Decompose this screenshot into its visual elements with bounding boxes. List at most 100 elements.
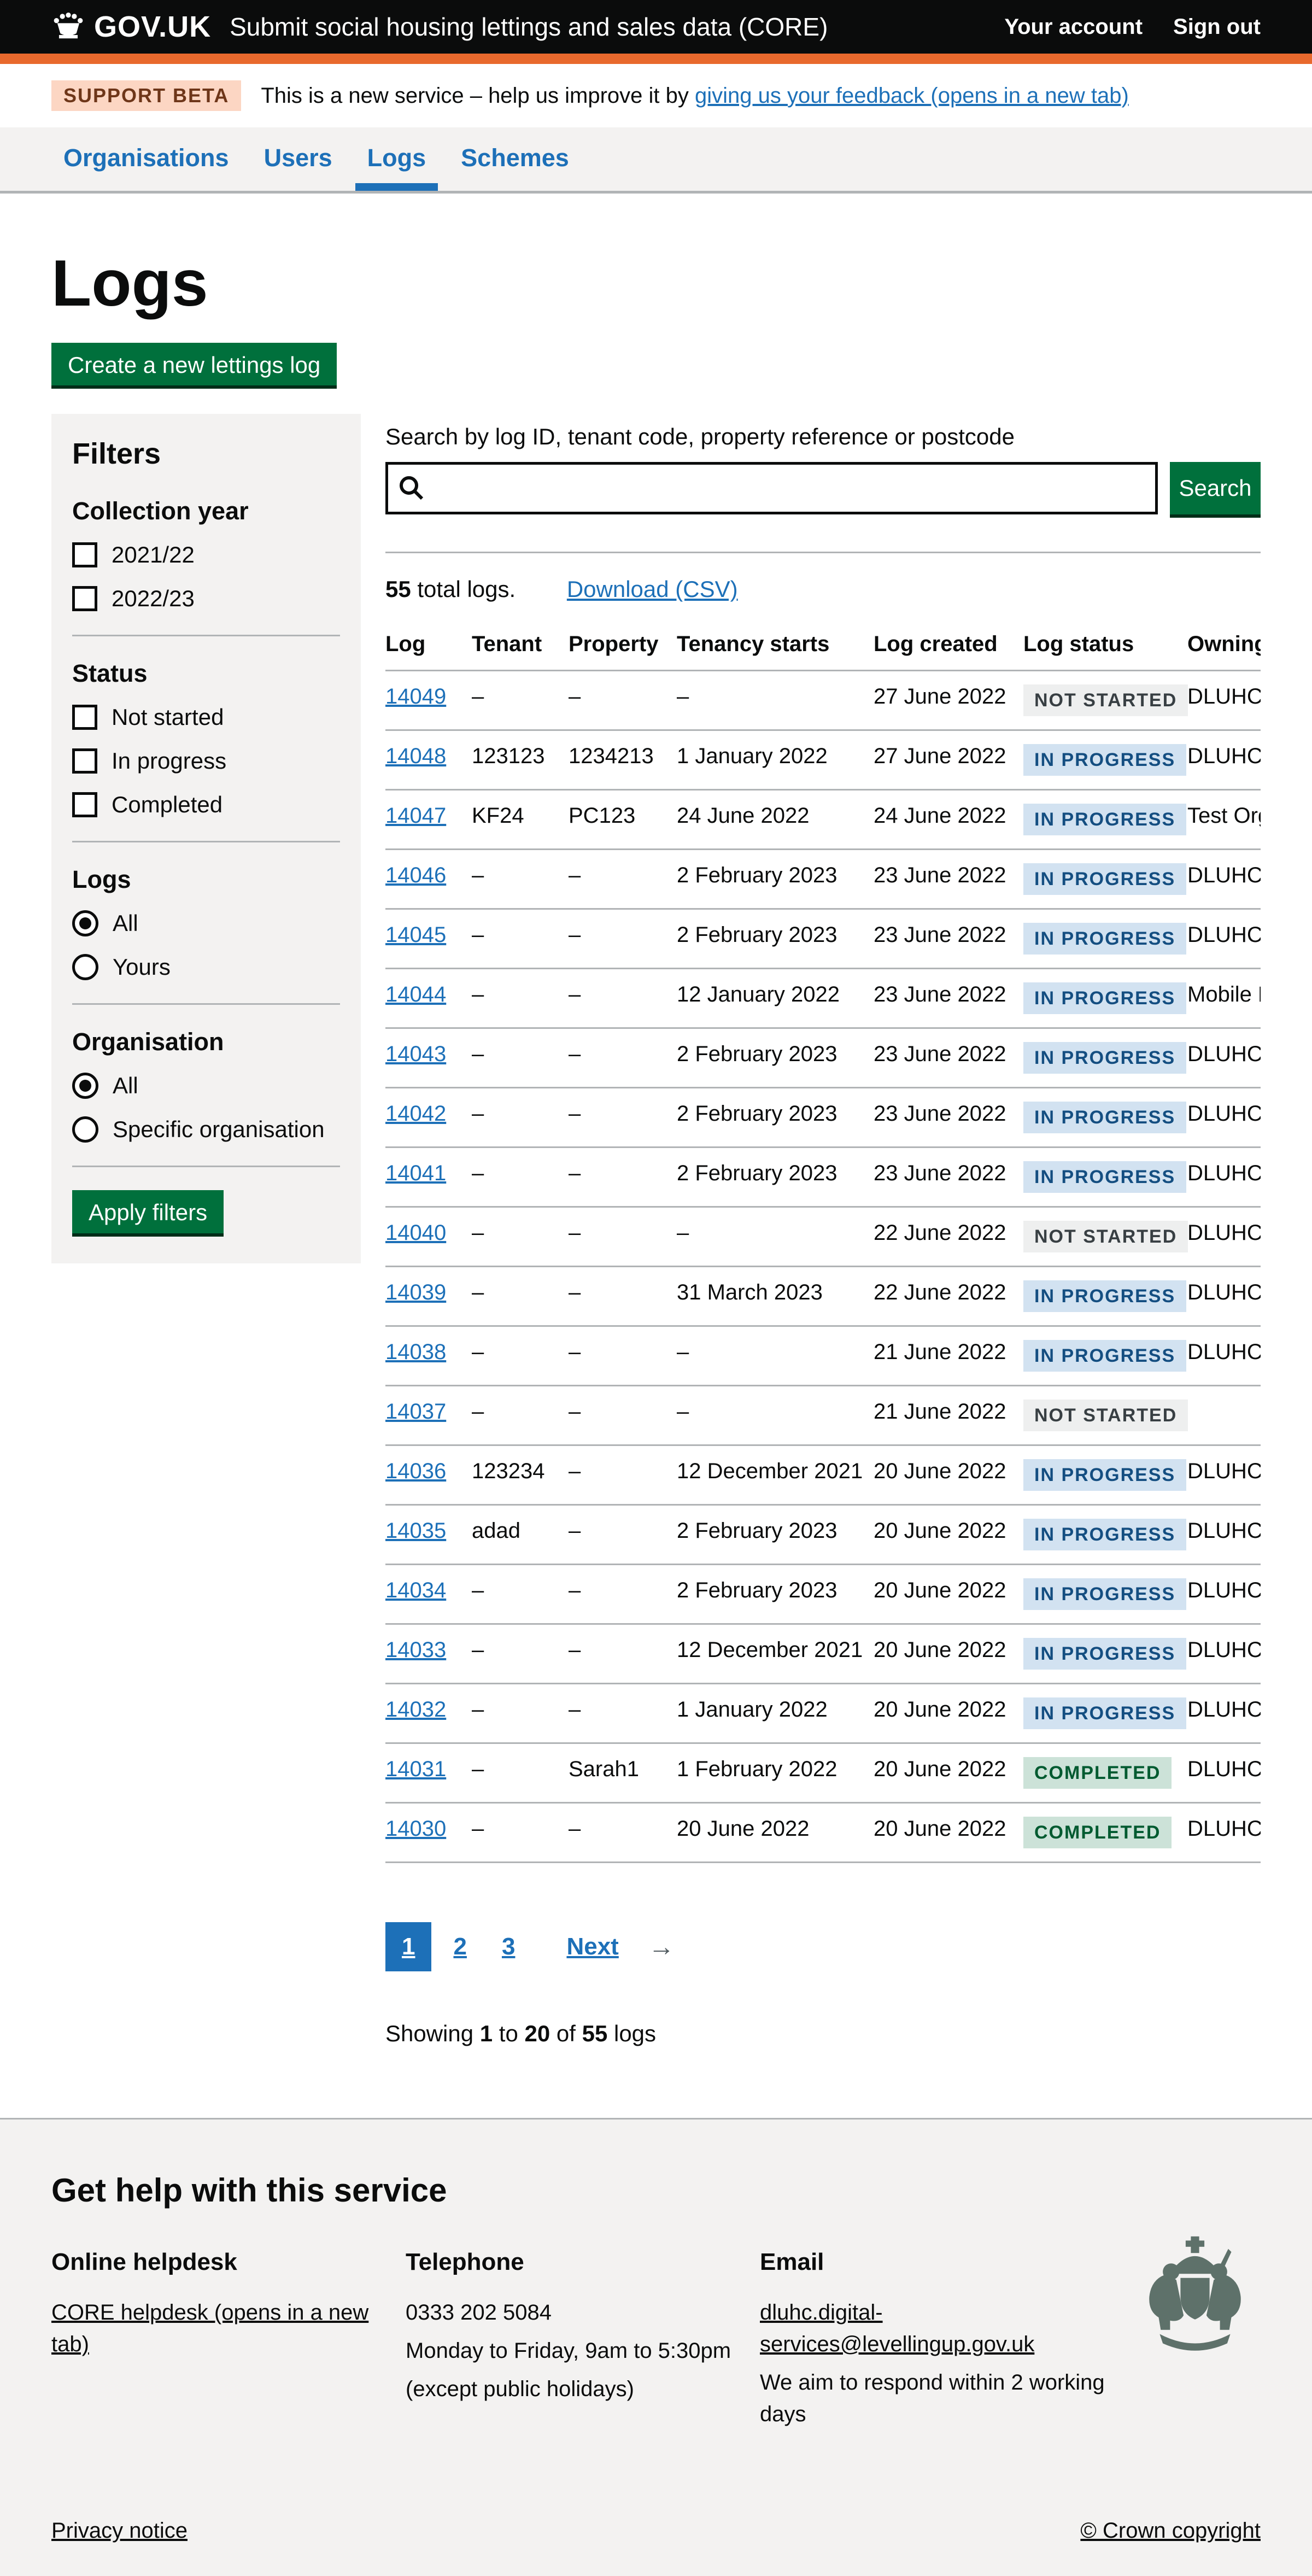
filter-legend: Logs [72, 865, 340, 894]
radio-option-all[interactable]: All [72, 1073, 340, 1099]
privacy-notice-link[interactable]: Privacy notice [51, 2519, 188, 2543]
cell-tenant: – [472, 1207, 569, 1267]
nav-tab-organisations[interactable]: Organisations [51, 127, 241, 191]
cell-owning-organisation: DLUHC Test [1187, 1505, 1261, 1565]
cell-log: 14037 [385, 1386, 472, 1445]
cell-property: – [569, 969, 677, 1028]
page-1[interactable]: 1 [385, 1922, 431, 1971]
radio-option-all[interactable]: All [72, 910, 340, 936]
log-link[interactable]: 14033 [385, 1638, 446, 1662]
checkbox-control[interactable] [72, 705, 97, 730]
nav-tab-users[interactable]: Users [252, 127, 344, 191]
radio-control[interactable] [72, 1073, 98, 1099]
arrow-right-icon: → [648, 1932, 675, 1962]
feedback-link[interactable]: giving us your feedback (opens in a new … [695, 84, 1129, 108]
your-account-link[interactable]: Your account [1004, 15, 1143, 39]
log-link[interactable]: 14037 [385, 1400, 446, 1424]
nav-tab-logs[interactable]: Logs [355, 127, 438, 191]
site-footer: Get help with this service Online helpde… [0, 2118, 1312, 2576]
checkbox-control[interactable] [72, 586, 97, 611]
cell-property: – [569, 1207, 677, 1267]
status-badge: IN PROGRESS [1023, 1519, 1186, 1550]
log-link[interactable]: 14044 [385, 982, 446, 1006]
logs-table: LogTenantPropertyTenancy startsLog creat… [385, 619, 1261, 1863]
radio-control[interactable] [72, 954, 98, 980]
radio-control[interactable] [72, 910, 98, 936]
log-link[interactable]: 14031 [385, 1757, 446, 1781]
cell-log-status: IN PROGRESS [1023, 730, 1187, 790]
radio-option-yours[interactable]: Yours [72, 954, 340, 980]
cell-log: 14043 [385, 1028, 472, 1088]
checkbox-option-in-progress[interactable]: In progress [72, 748, 340, 774]
log-link[interactable]: 14038 [385, 1340, 446, 1364]
log-link[interactable]: 14043 [385, 1042, 446, 1066]
option-label: All [113, 1073, 138, 1099]
cell-property: – [569, 1326, 677, 1386]
search-input[interactable] [385, 462, 1158, 514]
total-logs-label: total logs. [411, 576, 516, 602]
status-badge: IN PROGRESS [1023, 1697, 1186, 1729]
primary-nav-item: Organisations [51, 127, 241, 191]
royal-crest [1133, 2234, 1257, 2362]
govuk-logo[interactable]: GOV.UK [51, 10, 211, 44]
search-button[interactable]: Search [1170, 462, 1261, 514]
service-name[interactable]: Submit social housing lettings and sales… [230, 12, 828, 42]
checkbox-control[interactable] [72, 792, 97, 817]
logs-results-section: Search by log ID, tenant code, property … [385, 414, 1261, 2118]
option-label: All [113, 910, 138, 936]
checkbox-control[interactable] [72, 542, 97, 567]
checkbox-option-2021-22[interactable]: 2021/22 [72, 542, 340, 568]
cell-owning-organisation: DLUHC Test [1187, 850, 1261, 909]
sign-out-link[interactable]: Sign out [1173, 15, 1261, 39]
table-row: 14047KF24PC12324 June 202224 June 2022IN… [385, 790, 1261, 850]
checkbox-control[interactable] [72, 748, 97, 774]
footer-link-line: dluhc.digital-services@levellingup.gov.u… [760, 2297, 1114, 2360]
checkbox-option-completed[interactable]: Completed [72, 792, 340, 818]
log-link[interactable]: 14045 [385, 923, 446, 947]
cell-tenant: adad [472, 1505, 569, 1565]
cell-owning-organisation: DLUHC Test [1187, 1684, 1261, 1743]
create-lettings-log-button[interactable]: Create a new lettings log [51, 343, 337, 385]
cell-tenancy-starts: – [677, 1326, 874, 1386]
nav-tab-schemes[interactable]: Schemes [449, 127, 581, 191]
cell-log-status: COMPLETED [1023, 1743, 1187, 1803]
log-link[interactable]: 14032 [385, 1697, 446, 1722]
page-2[interactable]: 2 [440, 1922, 479, 1971]
log-link[interactable]: 14047 [385, 804, 446, 828]
log-link[interactable]: 14034 [385, 1578, 446, 1602]
next-page-link[interactable]: Next [553, 1922, 631, 1971]
column-header-log: Log [385, 619, 472, 671]
cell-tenant: – [472, 1148, 569, 1207]
checkbox-option-2022-23[interactable]: 2022/23 [72, 586, 340, 612]
log-link[interactable]: 14042 [385, 1102, 446, 1126]
log-link[interactable]: 14046 [385, 863, 446, 887]
page-3[interactable]: 3 [489, 1922, 528, 1971]
footer-heading: Get help with this service [51, 2171, 1261, 2209]
footer-link[interactable]: CORE helpdesk (opens in a new tab) [51, 2300, 368, 2356]
cell-log-status: IN PROGRESS [1023, 1148, 1187, 1207]
log-link[interactable]: 14049 [385, 684, 446, 709]
crown-copyright-link[interactable]: © Crown copyright [1080, 2519, 1261, 2543]
cell-log: 14048 [385, 730, 472, 790]
log-link[interactable]: 14036 [385, 1459, 446, 1483]
cell-tenant: – [472, 1743, 569, 1803]
download-csv-link[interactable]: Download (CSV) [567, 576, 738, 602]
phase-banner-text-before: This is a new service – help us improve … [261, 84, 695, 108]
cell-log: 14036 [385, 1445, 472, 1505]
log-link[interactable]: 14041 [385, 1161, 446, 1185]
cell-tenancy-starts: 12 January 2022 [677, 969, 874, 1028]
radio-control[interactable] [72, 1116, 98, 1143]
checkbox-option-not-started[interactable]: Not started [72, 704, 340, 730]
log-link[interactable]: 14048 [385, 744, 446, 768]
footer-column-online-helpdesk: Online helpdeskCORE helpdesk (opens in a… [51, 2249, 406, 2437]
log-link[interactable]: 14030 [385, 1817, 446, 1841]
log-link[interactable]: 14039 [385, 1280, 446, 1304]
cell-log-created: 27 June 2022 [874, 730, 1023, 790]
log-link[interactable]: 14040 [385, 1221, 446, 1245]
option-label: Completed [112, 792, 222, 818]
phase-banner: SUPPORT BETA This is a new service – hel… [0, 64, 1312, 127]
radio-option-specific-organisation[interactable]: Specific organisation [72, 1116, 340, 1143]
log-link[interactable]: 14035 [385, 1519, 446, 1543]
footer-link[interactable]: dluhc.digital-services@levellingup.gov.u… [760, 2300, 1034, 2356]
apply-filters-button[interactable]: Apply filters [72, 1190, 224, 1233]
